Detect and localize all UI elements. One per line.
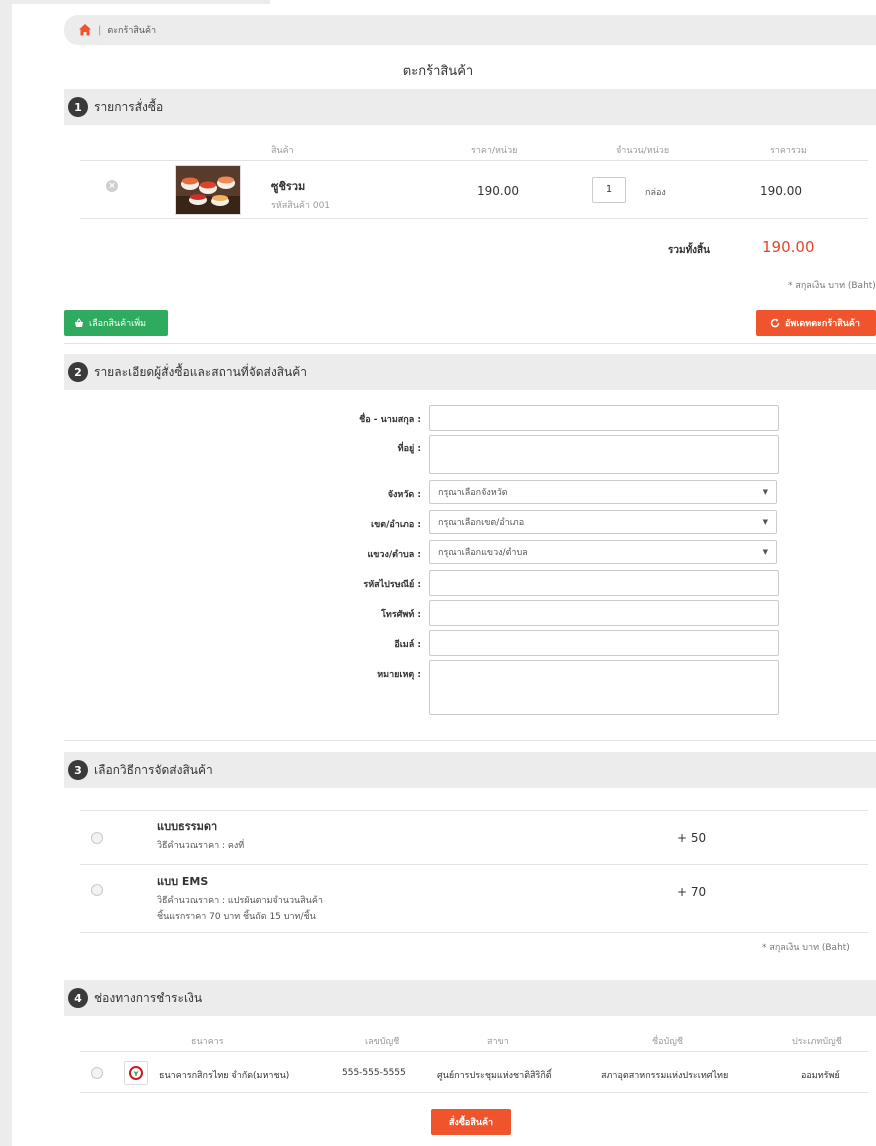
- divider: [80, 1051, 868, 1052]
- shipping-option-name: แบบ EMS: [157, 875, 209, 888]
- account-number: 555-555-5555: [342, 1068, 406, 1078]
- checkout-label: สั่งซื้อสินค้า: [448, 1118, 494, 1128]
- divider: [80, 810, 868, 811]
- section-payment: 4 ช่องทางการชำระเงิน: [64, 980, 876, 1016]
- postcode-label: รหัสไปรษณีย์ :: [363, 580, 421, 590]
- section-shipping-details: 2 รายละเอียดผู้สั่งซื้อและสถานที่จัดส่งส…: [64, 354, 876, 390]
- continue-shopping-button[interactable]: เลือกสินค้าเพิ่ม: [64, 310, 168, 336]
- update-cart-label: อัพเดทตะกร้าสินค้า: [785, 319, 860, 329]
- shipping-option-desc: วิธีคำนวณราคา : คงที่: [157, 841, 245, 851]
- divider: [80, 218, 868, 219]
- col-header-branch: สาขา: [487, 1037, 509, 1047]
- note-label: หมายเหตุ :: [377, 670, 421, 680]
- address-textarea[interactable]: [429, 435, 779, 474]
- divider: [80, 1092, 868, 1093]
- district-select[interactable]: กรุณาเลือกเขต/อำเภอ ▼: [429, 510, 777, 534]
- col-header-bank: ธนาคาร: [191, 1037, 224, 1047]
- col-header-account-name: ชื่อบัญชี: [652, 1037, 684, 1047]
- shipping-option-radio[interactable]: [91, 884, 103, 896]
- checkout-button[interactable]: สั่งซื้อสินค้า: [431, 1109, 511, 1135]
- note-textarea[interactable]: [429, 660, 779, 715]
- email-label: อีเมล์ :: [394, 640, 421, 650]
- subdistrict-select[interactable]: กรุณาเลือกแขวง/ตำบล ▼: [429, 540, 777, 564]
- bank-logo-icon: ʏ: [124, 1061, 148, 1085]
- divider: [80, 864, 868, 865]
- section-number: 3: [68, 760, 88, 780]
- province-label: จังหวัด :: [387, 490, 421, 500]
- divider: [80, 932, 868, 933]
- divider: [64, 343, 876, 344]
- address-label: ที่อยู่ :: [397, 444, 421, 454]
- name-label: ชื่อ - นามสกุล :: [359, 415, 421, 425]
- shipping-option-price: + 70: [677, 885, 707, 899]
- remove-item-icon[interactable]: ×: [106, 180, 118, 192]
- payment-option-radio[interactable]: [91, 1067, 103, 1079]
- section-title: เลือกวิธีการจัดส่งสินค้า: [94, 762, 213, 777]
- col-header-unit-price: ราคา/หน่วย: [471, 146, 518, 156]
- unit-price: 190.00: [477, 184, 519, 198]
- product-thumbnail: [175, 165, 241, 215]
- grand-total-value: 190.00: [762, 238, 815, 256]
- divider: [64, 740, 876, 741]
- update-cart-button[interactable]: อัพเดทตะกร้าสินค้า: [756, 310, 876, 336]
- shipping-option-name: แบบธรรมดา: [157, 820, 218, 833]
- currency-note: * สกุลเงิน บาท (Baht): [788, 281, 876, 291]
- product-code: รหัสสินค้า 001: [271, 201, 331, 211]
- dropdown-caret-icon: ▼: [762, 518, 768, 526]
- product-name[interactable]: ซูชิรวม: [271, 177, 305, 195]
- divider: [80, 160, 868, 161]
- phone-input[interactable]: [429, 600, 779, 626]
- section-shipping-method: 3 เลือกวิธีการจัดส่งสินค้า: [64, 752, 876, 788]
- breadcrumb-separator: |: [98, 24, 102, 36]
- name-input[interactable]: [429, 405, 779, 431]
- section-title: รายละเอียดผู้สั่งซื้อและสถานที่จัดส่งสิน…: [94, 364, 307, 379]
- currency-note: * สกุลเงิน บาท (Baht): [762, 943, 850, 953]
- col-header-product: สินค้า: [271, 146, 294, 156]
- email-input[interactable]: [429, 630, 779, 656]
- grand-total-label: รวมทั้งสิ้น: [668, 245, 710, 256]
- col-header-total: ราคารวม: [770, 146, 807, 156]
- line-total: 190.00: [760, 184, 802, 198]
- province-select-value: กรุณาเลือกจังหวัด: [438, 488, 508, 498]
- district-label: เขต/อำเภอ :: [371, 520, 421, 530]
- col-header-account-type: ประเภทบัญชี: [792, 1037, 842, 1047]
- section-title: รายการสั่งซื้อ: [94, 99, 164, 114]
- quantity-input[interactable]: 1: [592, 177, 626, 203]
- phone-label: โทรศัพท์ :: [381, 610, 421, 620]
- section-number: 2: [68, 362, 88, 382]
- district-select-value: กรุณาเลือกเขต/อำเภอ: [438, 518, 525, 528]
- breadcrumb: | ตะกร้าสินค้า: [64, 15, 876, 45]
- province-select[interactable]: กรุณาเลือกจังหวัด ▼: [429, 480, 777, 504]
- branch-name: ศูนย์การประชุมแห่งชาติสิริกิติ์: [437, 1071, 552, 1081]
- section-title: ช่องทางการชำระเงิน: [94, 990, 203, 1005]
- col-header-qty-unit: จำนวน/หน่วย: [616, 146, 670, 156]
- dropdown-caret-icon: ▼: [762, 488, 768, 496]
- col-header-account-no: เลขบัญชี: [365, 1037, 400, 1047]
- continue-shopping-label: เลือกสินค้าเพิ่ม: [89, 319, 147, 329]
- home-icon[interactable]: [78, 23, 92, 37]
- shipping-option-desc: ชิ้นแรกราคา 70 บาท ชิ้นถัด 15 บาท/ชิ้น: [157, 912, 316, 922]
- breadcrumb-current: ตะกร้าสินค้า: [107, 26, 157, 36]
- left-gutter: [0, 0, 12, 1146]
- section-order-list: 1 รายการสั่งซื้อ: [64, 89, 876, 125]
- section-number: 4: [68, 988, 88, 1008]
- shipping-option-price: + 50: [677, 831, 707, 845]
- shipping-option-desc: วิธีคำนวณราคา : แปรผันตามจำนวนสินค้า: [157, 896, 323, 906]
- quantity-unit: กล่อง: [645, 188, 666, 198]
- subdistrict-label: แขวง/ตำบล :: [367, 550, 421, 560]
- subdistrict-select-value: กรุณาเลือกแขวง/ตำบล: [438, 548, 528, 558]
- basket-icon: [75, 318, 83, 327]
- section-number: 1: [68, 97, 88, 117]
- top-strip: [12, 0, 270, 4]
- account-name: สภาอุตสาหกรรมแห่งประเทศไทย: [601, 1071, 729, 1081]
- bank-name: ธนาคารกสิกรไทย จำกัด(มหาชน): [159, 1071, 290, 1081]
- page-title: ตะกร้าสินค้า: [402, 64, 474, 79]
- dropdown-caret-icon: ▼: [762, 548, 768, 556]
- refresh-icon: [770, 318, 780, 328]
- account-type: ออมทรัพย์: [801, 1071, 840, 1081]
- postcode-input[interactable]: [429, 570, 779, 596]
- shipping-option-radio[interactable]: [91, 832, 103, 844]
